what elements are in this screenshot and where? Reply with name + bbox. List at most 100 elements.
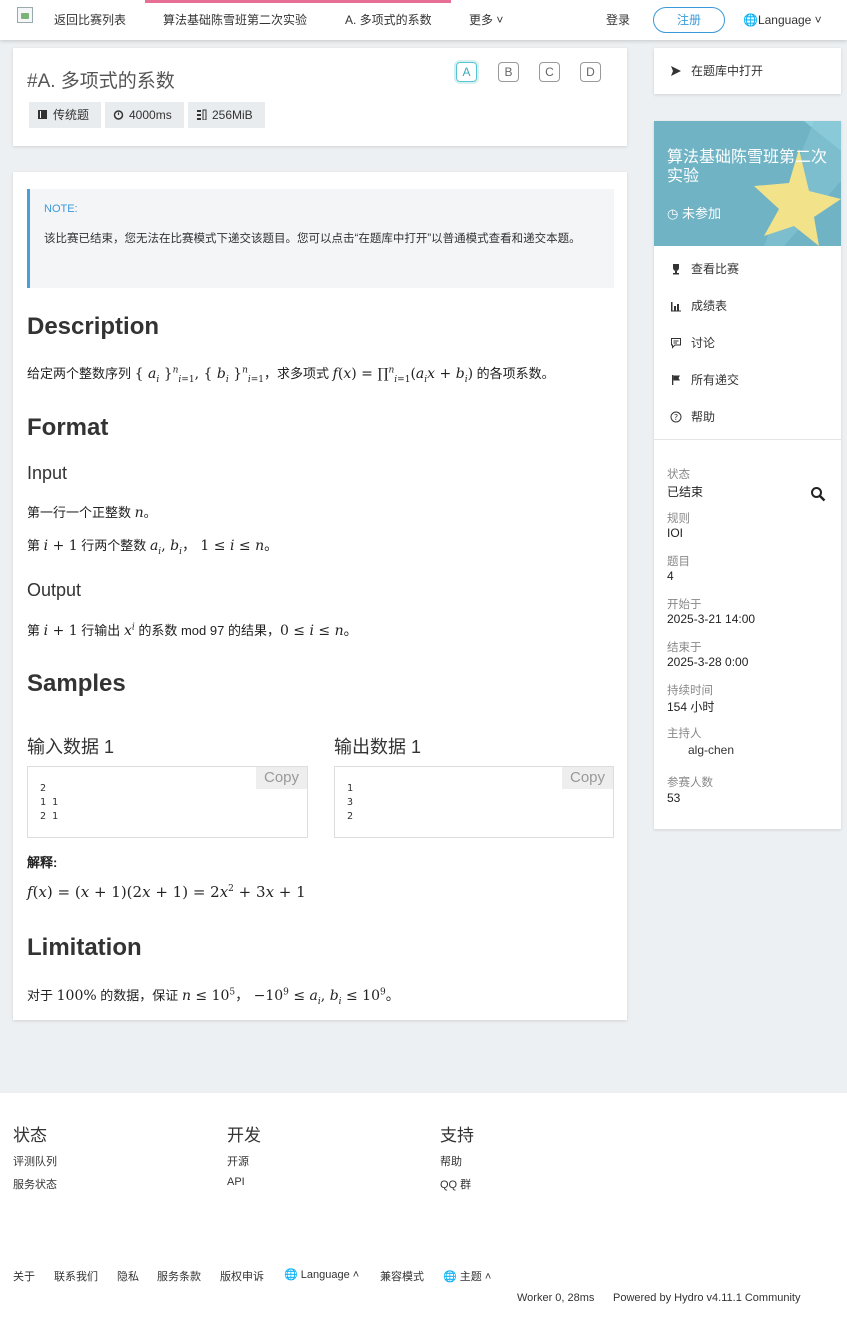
worker-info: Worker 0, 28ms (517, 1292, 595, 1304)
site-logo[interactable] (17, 7, 33, 23)
footer-theme[interactable]: 🌐 主题 ˄ (443, 1268, 491, 1284)
description-text-part: 给定两个整数序列 (27, 366, 132, 381)
input-heading: Input (27, 463, 68, 483)
register-button[interactable]: 注册 (653, 7, 725, 33)
footer-col-dev-heading: 开发 (227, 1126, 261, 1145)
math-expression: 0 ≤ i ≤ n。 (279, 623, 358, 639)
sidebar-view-contest[interactable]: 查看比赛 (670, 259, 739, 279)
send-icon (671, 66, 681, 76)
meta-rule-label: 规则 (667, 513, 690, 525)
description-heading: Description (27, 313, 160, 340)
explanation-math: f(x) = (x + 1)(2x + 1) = 2x2 + 3x + 1 (27, 883, 306, 901)
problem-pill-b[interactable]: B (498, 62, 519, 82)
powered-by[interactable]: Powered by Hydro v4.11.1 Community (613, 1292, 801, 1304)
footer-link-open-source[interactable]: 开源 (227, 1153, 249, 1169)
math-expression: xi (123, 622, 135, 639)
nav-contest[interactable]: 算法基础陈雪班第二次实验 (163, 0, 307, 40)
open-in-bank-link[interactable]: 在题库中打开 (670, 61, 763, 81)
footer-terms[interactable]: 服务条款 (157, 1268, 201, 1284)
footer-link-qq-group[interactable]: QQ 群 (440, 1176, 471, 1192)
nav-more[interactable]: 更多 ˅ (469, 0, 503, 40)
contest-banner[interactable]: 算法基础陈雪班第二次实验 ◷ 未参加 (654, 121, 841, 246)
note-text: 该比赛已结束，您无法在比赛模式下递交该题目。您可以点击“在题库中打开”以普通模式… (44, 233, 581, 245)
footer-copyright[interactable]: 版权申诉 (220, 1268, 264, 1284)
input-line-1-text: 。 (143, 505, 157, 520)
problem-header-card (13, 48, 627, 146)
footer-link-api[interactable]: API (227, 1176, 245, 1188)
problem-pill-d[interactable]: D (580, 62, 601, 82)
time-limit-tag: 4000ms (105, 102, 184, 128)
footer-link-help[interactable]: 帮助 (440, 1153, 462, 1169)
meta-rule-value: IOI (667, 526, 684, 540)
output-line-text: 第 (27, 623, 41, 638)
description-text-part: 的各项系数。 (476, 366, 555, 381)
sidebar-link-label: 所有递交 (691, 373, 740, 387)
top-nav: 返回比赛列表 算法基础陈雪班第二次实验 A. 多项式的系数 更多 ˅ 登录 注册… (0, 0, 847, 40)
meta-participants-value: 53 (667, 791, 681, 805)
globe-icon: 🌐 (284, 1269, 298, 1281)
output-line: 第 i + 1 行输出 xi 的系数 mod 97 的结果，0 ≤ i ≤ n。 (27, 620, 358, 640)
globe-icon: 🌐 (743, 13, 758, 27)
sidebar-link-label: 查看比赛 (691, 262, 740, 276)
sidebar-discussion[interactable]: 讨论 (670, 333, 715, 353)
footer-language-label: Language ˄ (300, 1269, 360, 1281)
math-expression: i + 1 (43, 538, 78, 554)
problem-title: #A. 多项式的系数 (27, 71, 175, 92)
sidebar-link-label: 成绩表 (691, 299, 728, 313)
nav-back-to-contests[interactable]: 返回比赛列表 (54, 0, 126, 40)
sidebar-all-submissions[interactable]: 所有递交 (670, 370, 739, 390)
samples-heading: Samples (27, 670, 126, 697)
contest-ended-note: NOTE: 该比赛已结束，您无法在比赛模式下递交该题目。您可以点击“在题库中打开… (27, 189, 614, 288)
meta-host-value[interactable]: alg-chen (688, 743, 734, 757)
input-line-1: 第一行一个正整数 n。 (27, 502, 157, 521)
footer-privacy[interactable]: 隐私 (117, 1268, 139, 1284)
footer-link-judge-queue[interactable]: 评测队列 (13, 1153, 57, 1169)
clock-icon: ◷ (667, 206, 679, 221)
not-joined-status: ◷ 未参加 (667, 203, 721, 222)
footer-contact[interactable]: 联系我们 (54, 1268, 98, 1284)
memory-limit-label: 256MiB (212, 108, 253, 122)
input-line-2: 第 i + 1 行两个整数 ai, bi， 1 ≤ i ≤ n。 (27, 535, 278, 557)
sample-input-heading: 输入数据 1 (27, 737, 115, 757)
footer-compat-mode[interactable]: 兼容模式 (380, 1268, 424, 1284)
math-expression: n (134, 505, 144, 521)
book-icon (38, 110, 47, 119)
contest-title: 算法基础陈雪班第二次实验 (667, 149, 828, 185)
meta-participants-label: 参赛人数 (667, 777, 713, 789)
meta-problems-label: 题目 (667, 556, 690, 568)
sample-input-box[interactable]: 2 1 1 2 1 Copy (27, 766, 308, 838)
math-expression: 100% (56, 988, 97, 1004)
search-icon[interactable] (810, 486, 826, 502)
footer-link-service-status[interactable]: 服务状态 (13, 1176, 57, 1192)
sidebar-help[interactable]: ? 帮助 (670, 407, 715, 427)
sample-output-box[interactable]: 1 3 2 Copy (334, 766, 614, 838)
time-limit-label: 4000ms (129, 108, 172, 122)
language-menu[interactable]: 🌐Language ˅ (743, 0, 822, 40)
copy-output-button[interactable]: Copy (562, 767, 613, 789)
math-expression: f(x) = (x + 1)(2x + 1) = 2x2 + 3x + 1 (27, 883, 306, 901)
login-link[interactable]: 登录 (606, 0, 630, 40)
meta-start-value: 2025-3-21 14:00 (667, 612, 756, 626)
copy-input-button[interactable]: Copy (256, 767, 307, 789)
footer-about[interactable]: 关于 (13, 1268, 35, 1284)
format-heading: Format (27, 414, 109, 441)
limitation-text: 对于 100% 的数据，保证 n ≤ 105， −109 ≤ ai, bi ≤ … (27, 985, 400, 1006)
sidebar-scoreboard[interactable]: 成绩表 (670, 296, 727, 316)
footer-language[interactable]: 🌐 Language ˄ (284, 1268, 359, 1281)
output-line-text: 行输出 (81, 623, 121, 638)
problem-pill-c[interactable]: C (539, 62, 560, 82)
flag-icon (672, 375, 680, 385)
input-line-2-text: 行两个整数 (81, 538, 147, 553)
memory-limit-tag: 256MiB (188, 102, 265, 128)
nav-problem[interactable]: A. 多项式的系数 (345, 0, 432, 40)
stopwatch-icon (113, 110, 124, 120)
problem-pill-a[interactable]: A (456, 62, 477, 82)
trophy-icon (673, 264, 679, 275)
limitation-text-part: 的数据，保证 (100, 988, 179, 1003)
sidebar-link-label: 帮助 (691, 410, 716, 424)
meta-end-value: 2025-3-28 0:00 (667, 655, 749, 669)
language-label: Language ˅ (757, 13, 822, 27)
problem-type-tag: 传统题 (29, 102, 101, 128)
footer-col-status-heading: 状态 (13, 1126, 47, 1145)
meta-problems-value: 4 (667, 569, 674, 583)
